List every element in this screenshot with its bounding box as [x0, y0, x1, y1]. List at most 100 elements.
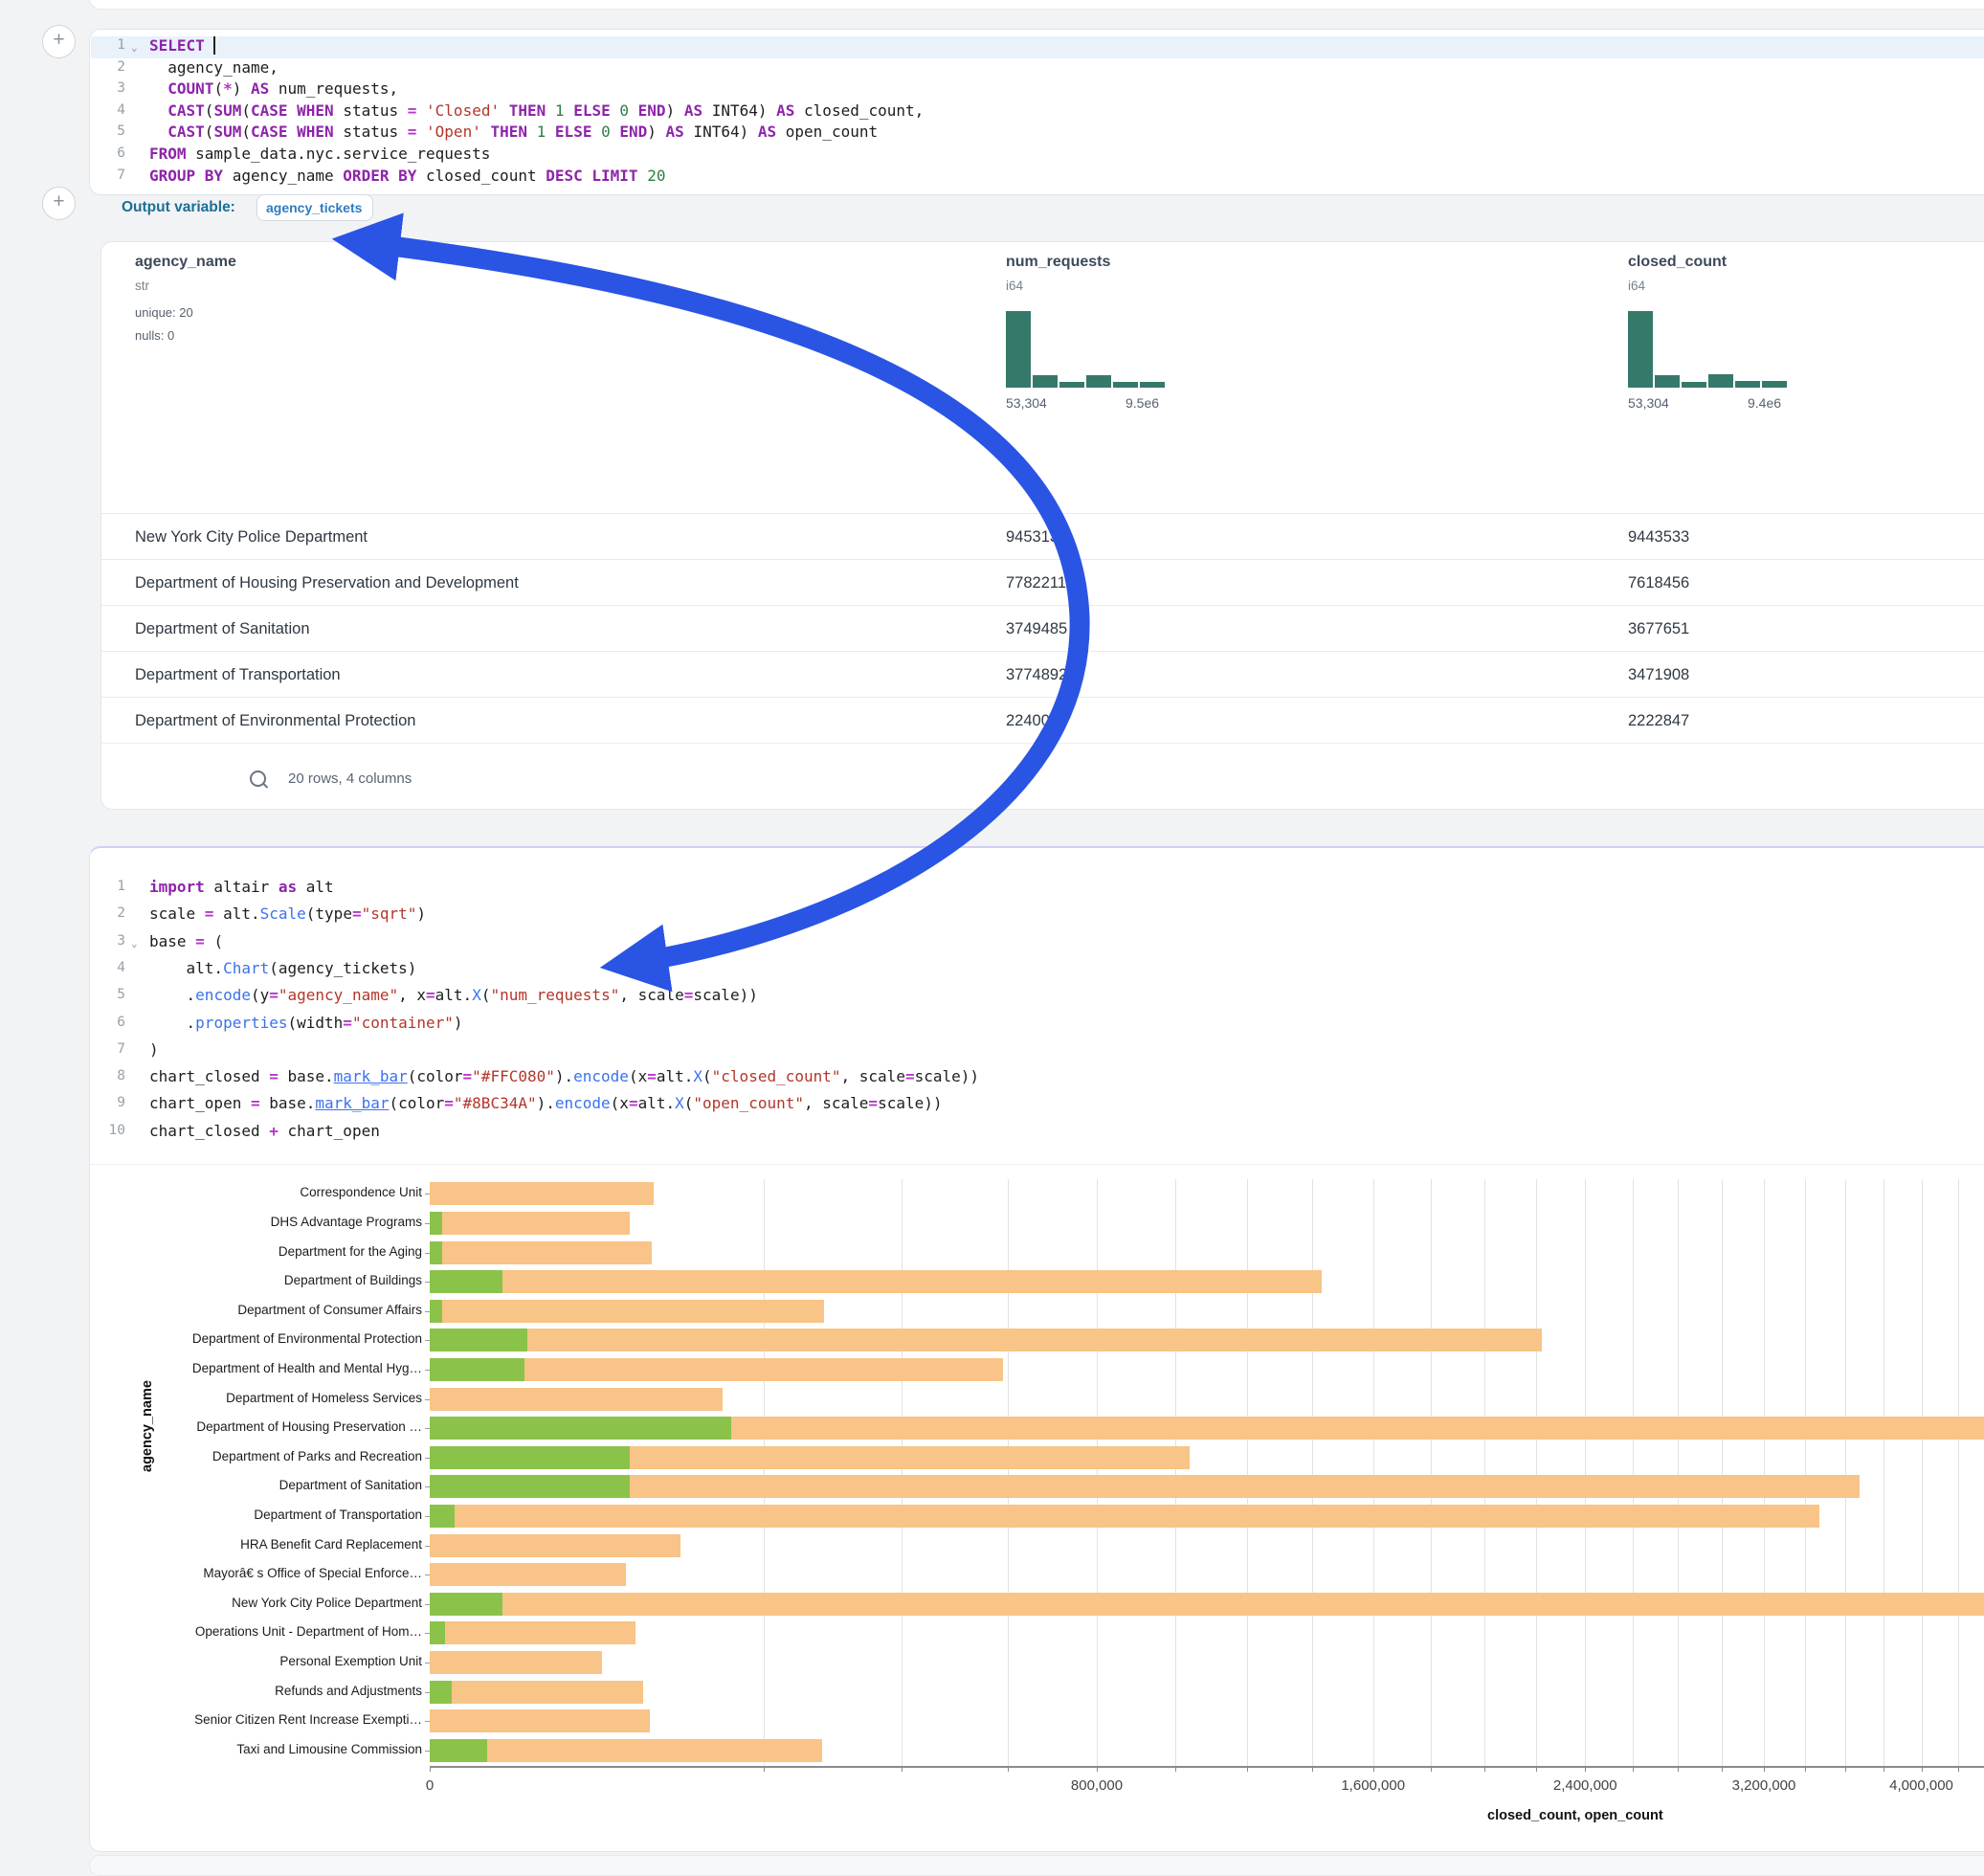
search-icon[interactable] — [250, 770, 266, 787]
open-count-bar — [430, 1739, 487, 1762]
table-cell: Department of Sanitation — [135, 606, 310, 652]
gridline — [1373, 1179, 1374, 1766]
y-axis-label: Mayorâ€ s Office of Special Enforce… — [203, 1566, 422, 1580]
x-axis-title: closed_count, open_count — [1487, 1808, 1663, 1823]
code-line[interactable]: GROUP BY agency_name ORDER BY closed_cou… — [90, 167, 1984, 185]
open-count-bar — [430, 1475, 630, 1498]
code-line[interactable]: base = ( — [90, 932, 1984, 950]
histogram-max-label: 9.5e6 — [1126, 395, 1159, 411]
gridline — [1247, 1179, 1248, 1766]
column-type: i64 — [1006, 279, 1023, 293]
y-axis-label: Department of Homeless Services — [226, 1391, 422, 1405]
y-axis-title: agency_name — [140, 1380, 155, 1472]
previous-cell-edge — [89, 0, 1984, 10]
table-footer: 20 rows, 4 columns — [288, 770, 412, 787]
code-line[interactable]: .encode(y="agency_name", x=alt.X("num_re… — [90, 986, 1984, 1004]
y-axis-label: Department of Parks and Recreation — [212, 1449, 422, 1463]
gridline — [1536, 1179, 1537, 1766]
gridline — [1633, 1179, 1634, 1766]
code-line[interactable]: COUNT(*) AS num_requests, — [90, 79, 1984, 98]
y-axis-label: New York City Police Department — [232, 1596, 422, 1610]
column-name: num_requests — [1006, 254, 1110, 271]
code-line[interactable]: FROM sample_data.nyc.service_requests — [90, 145, 1984, 163]
table-row[interactable]: Department of Housing Preservation and D… — [101, 559, 1984, 606]
dataframe-preview[interactable]: agency_namestrunique: 20nulls: 0num_requ… — [100, 241, 1984, 810]
x-tick-label: 800,000 — [1071, 1777, 1123, 1794]
table-row[interactable]: New York City Police Department945313194… — [101, 513, 1984, 560]
output-variable-pill[interactable]: agency_tickets — [256, 194, 373, 221]
y-axis-label: Department of Health and Mental Hyg… — [192, 1361, 422, 1375]
sql-cell[interactable]: 1⌄SELECT 2 agency_name,3 COUNT(*) AS num… — [89, 29, 1984, 195]
code-line[interactable]: SELECT — [90, 36, 1984, 55]
table-cell: Department of Transportation — [135, 652, 341, 698]
table-row[interactable]: Department of Environmental Protection22… — [101, 697, 1984, 744]
open-count-bar — [430, 1241, 442, 1264]
code-line[interactable]: scale = alt.Scale(type="sqrt") — [90, 904, 1984, 923]
gridline — [1722, 1179, 1723, 1766]
table-row[interactable]: Department of Sanitation 3749485 3677651 — [101, 605, 1984, 652]
column-type: i64 — [1628, 279, 1645, 293]
table-cell: 9443533 — [1628, 514, 1689, 560]
table-cell: 7782211 — [1006, 560, 1066, 606]
y-axis-label: Department of Consumer Affairs — [237, 1303, 422, 1317]
closed-count-bar — [430, 1651, 602, 1674]
y-axis-label: Department of Transportation — [254, 1508, 422, 1522]
open-count-bar — [430, 1212, 442, 1235]
closed-count-bar — [430, 1182, 654, 1205]
y-axis-label: Personal Exemption Unit — [279, 1654, 422, 1668]
code-line[interactable]: CAST(SUM(CASE WHEN status = 'Open' THEN … — [90, 123, 1984, 141]
y-axis-label: HRA Benefit Card Replacement — [240, 1537, 422, 1552]
table-cell: 7618456 — [1628, 560, 1689, 606]
column-histogram — [1628, 311, 1787, 388]
column-stat: nulls: 0 — [135, 328, 174, 343]
code-line[interactable]: alt.Chart(agency_tickets) — [90, 959, 1984, 977]
code-line[interactable]: agency_name, — [90, 58, 1984, 77]
gridline — [1175, 1179, 1176, 1766]
closed-count-bar — [430, 1563, 626, 1586]
table-row[interactable]: Department of Transportation377489234719… — [101, 651, 1984, 698]
code-line[interactable]: CAST(SUM(CASE WHEN status = 'Closed' THE… — [90, 101, 1984, 120]
open-count-bar — [430, 1300, 442, 1323]
code-line[interactable]: .properties(width="container") — [90, 1014, 1984, 1032]
gridline — [1484, 1179, 1485, 1766]
python-cell[interactable]: 1import altair as alt2scale = alt.Scale(… — [89, 846, 1984, 1852]
closed-count-bar — [430, 1621, 635, 1644]
gridline — [902, 1179, 903, 1766]
open-count-bar — [430, 1505, 455, 1528]
table-cell: 3677651 — [1628, 606, 1689, 652]
y-axis-label: Correspondence Unit — [300, 1185, 422, 1199]
y-axis-label: Department for the Aging — [279, 1244, 422, 1259]
code-line[interactable]: ) — [90, 1040, 1984, 1059]
code-line[interactable]: chart_closed + chart_open — [90, 1122, 1984, 1140]
open-count-bar — [430, 1681, 452, 1704]
column-name: closed_count — [1628, 254, 1727, 271]
gridline — [1805, 1179, 1806, 1766]
text-caret — [213, 36, 215, 55]
open-count-bar — [430, 1417, 731, 1440]
code-line[interactable]: chart_closed = base.mark_bar(color="#FFC… — [90, 1067, 1984, 1085]
add-cell-button-top[interactable]: + — [42, 25, 76, 58]
open-count-bar — [430, 1621, 445, 1644]
x-tick-label: 0 — [426, 1777, 434, 1794]
code-line[interactable]: chart_open = base.mark_bar(color="#8BC34… — [90, 1094, 1984, 1112]
histogram-min-label: 53,304 — [1006, 395, 1047, 411]
closed-count-bar — [430, 1681, 643, 1704]
code-line[interactable]: import altair as alt — [90, 878, 1984, 896]
table-cell: 3749485 — [1006, 606, 1067, 652]
y-axis-label: Operations Unit - Department of Hom… — [195, 1624, 422, 1639]
gridline — [1764, 1179, 1765, 1766]
closed-count-bar — [430, 1475, 1860, 1498]
y-axis-label: Department of Sanitation — [279, 1478, 422, 1492]
altair-chart: Correspondence UnitDHS Advantage Program… — [90, 1164, 1984, 1849]
x-tick-label: 2,400,000 — [1553, 1777, 1617, 1794]
closed-count-bar — [430, 1241, 652, 1264]
table-cell: Department of Environmental Protection — [135, 698, 415, 744]
open-count-bar — [430, 1270, 502, 1293]
table-cell: 3774892 — [1006, 652, 1067, 698]
closed-count-bar — [430, 1593, 1984, 1616]
table-cell: 9453131 — [1006, 514, 1067, 560]
open-count-bar — [430, 1446, 630, 1469]
add-cell-button-middle[interactable]: + — [42, 187, 76, 220]
column-type: str — [135, 279, 149, 293]
closed-count-bar — [430, 1505, 1819, 1528]
